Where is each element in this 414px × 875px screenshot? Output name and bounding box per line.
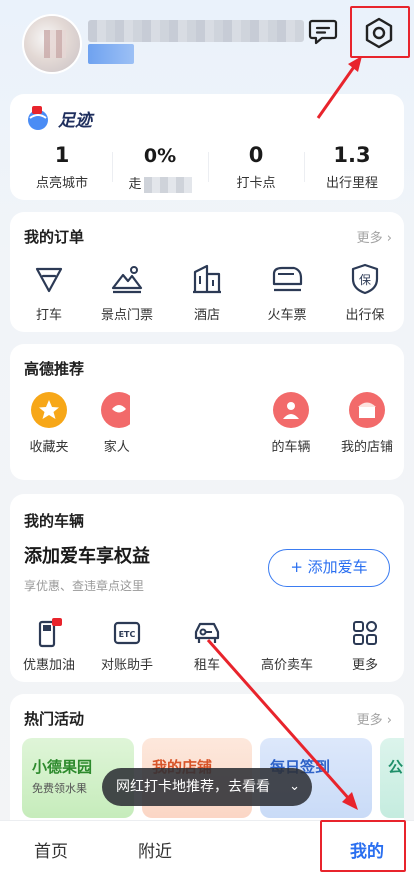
annotation-arrows [206, 56, 362, 810]
